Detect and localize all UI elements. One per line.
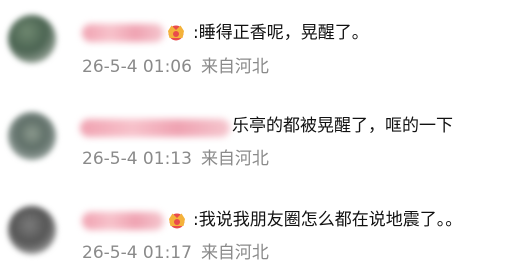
avatar[interactable] [8,112,56,160]
comment-location: 来自河北 [200,243,269,263]
comment-item: :睡得正香呢，晃醒了。 26-5-4 01:06 来自河北 [0,6,518,86]
comment-time: 26-5-4 01:06 [82,57,192,77]
comment-meta: 26-5-4 01:17 来自河北 [82,242,269,264]
crown-badge-icon [168,25,184,41]
comment-item: :我说我朋友圈怎么都在说地震了。。 26-5-4 01:17 来自河北 [0,197,518,277]
username-blurred[interactable] [80,119,230,137]
comment-location: 来自河北 [200,149,269,169]
comment-text: :我说我朋友圈怎么都在说地震了。。 [193,210,463,230]
comment-meta: 26-5-4 01:13 来自河北 [82,148,269,170]
comment-time: 26-5-4 01:13 [82,149,192,169]
crown-badge-icon [169,213,185,229]
comment-item: 乐亭的都被晃醒了，哐的一下 26-5-4 01:13 来自河北 [0,103,518,183]
comment-text: :睡得正香呢，晃醒了。 [193,23,369,43]
comment-meta: 26-5-4 01:06 来自河北 [82,56,269,78]
username-blurred[interactable] [82,24,164,42]
comment-location: 来自河北 [200,57,269,77]
comment-text: 乐亭的都被晃醒了，哐的一下 [232,116,453,136]
username-blurred[interactable] [82,212,164,230]
comment-time: 26-5-4 01:17 [82,243,192,263]
avatar[interactable] [8,15,56,63]
avatar[interactable] [8,206,56,254]
